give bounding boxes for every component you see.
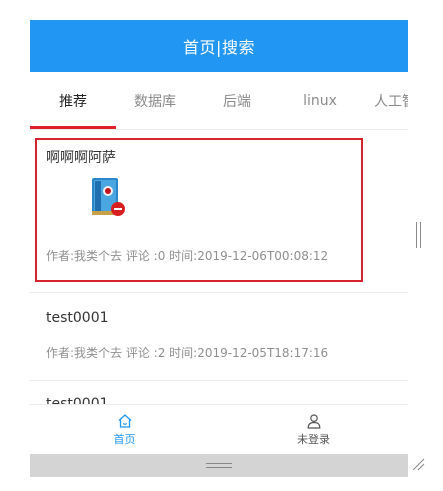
post-title: 啊啊啊阿萨 [46, 150, 116, 166]
tab-database[interactable]: 数据库 [116, 72, 194, 129]
user-icon [307, 413, 320, 429]
home-icon [118, 413, 131, 428]
post-thumbnail-image [92, 178, 125, 216]
list-item[interactable]: 啊啊啊阿萨 作者:我类个去 评论 :0 时间:2019-12-06T00:08:… [30, 129, 408, 293]
tab-backend[interactable]: 后端 [194, 72, 280, 129]
nav-home-label: 首页 [113, 432, 136, 446]
post-meta: 作者:我类个去 评论 :2 时间:2019-12-05T18:17:16 [46, 346, 329, 360]
tab-recommend[interactable]: 推荐 [30, 72, 116, 129]
list-item[interactable]: test0001 作者:我类个去 评论 :2 时间:2019-12-05T18:… [30, 292, 408, 381]
vertical-scroll-grip-icon[interactable] [416, 222, 421, 248]
tab-label: 数据库 [134, 93, 176, 110]
tab-linux[interactable]: linux [280, 72, 360, 129]
nav-login[interactable]: 未登录 [219, 405, 408, 454]
page-header: 首页|搜索 [30, 20, 408, 72]
tab-label: 人工智 [374, 93, 408, 110]
post-title: test0001 [46, 310, 109, 326]
tab-label: 后端 [223, 93, 251, 110]
resize-grip-icon[interactable] [411, 457, 425, 471]
bottom-navigation: 首页 未登录 [30, 404, 408, 454]
horizontal-scrollbar[interactable] [30, 454, 408, 477]
nav-home[interactable]: 首页 [30, 405, 219, 454]
nav-login-label: 未登录 [297, 432, 330, 446]
scroll-grip-icon[interactable] [206, 463, 232, 468]
post-meta: 作者:我类个去 评论 :0 时间:2019-12-06T00:08:12 [46, 249, 329, 263]
tab-ai[interactable]: 人工智 [360, 72, 408, 129]
tab-label: linux [303, 92, 337, 109]
page-title: 首页|搜索 [183, 38, 255, 57]
tab-label: 推荐 [59, 93, 87, 110]
category-tabs: 推荐 数据库 后端 linux 人工智 [30, 72, 408, 130]
app-frame: 首页|搜索 推荐 数据库 后端 linux 人工智 啊啊啊阿萨 [30, 20, 408, 477]
